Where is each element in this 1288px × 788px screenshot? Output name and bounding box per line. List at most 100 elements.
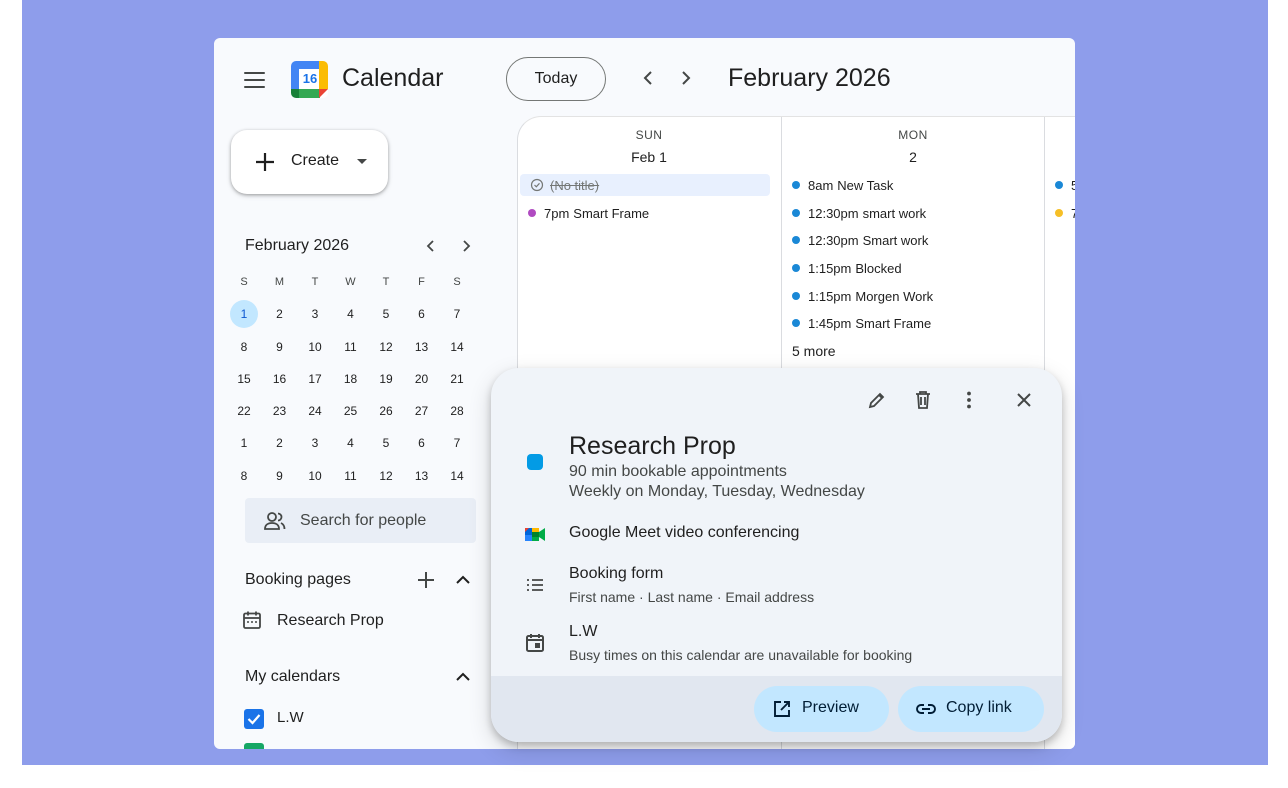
mini-day[interactable]: 2 [266,429,294,457]
calendar-label: L.W [277,709,304,726]
mini-day[interactable]: 9 [266,462,294,490]
mini-day[interactable]: 6 [408,300,436,328]
booking-page-label: Research Prop [277,612,384,629]
logo-day-number: 16 [302,71,318,86]
event-chip[interactable]: 12:30pm smart work [792,202,926,224]
mini-next-month-icon[interactable] [458,238,474,254]
current-month-title: February 2026 [728,64,891,92]
previous-period-icon[interactable] [638,68,658,88]
create-button[interactable]: Create [231,130,388,194]
edit-icon[interactable] [866,389,888,411]
mini-prev-month-icon[interactable] [423,238,439,254]
calendar-availability-note: Busy times on this calendar are unavaila… [569,647,913,663]
more-events-link[interactable]: 5 more [792,343,836,359]
add-booking-page-icon[interactable] [415,569,437,591]
today-button[interactable]: Today [506,57,606,101]
event-chip[interactable]: 7pm Smart Frame [528,202,649,224]
event-chip[interactable]: 5 [1055,174,1075,196]
mini-day[interactable]: 6 [408,429,436,457]
event-chip[interactable]: 12:30pm Smart work [792,229,928,251]
mini-day[interactable]: 4 [337,429,365,457]
mini-day[interactable]: 19 [372,365,400,393]
main-menu-icon[interactable] [244,72,265,88]
mini-day[interactable]: 16 [266,365,294,393]
mini-day[interactable]: 27 [408,397,436,425]
caret-down-icon[interactable] [357,159,367,164]
mini-day[interactable]: 11 [337,462,365,490]
collapse-booking-pages-icon[interactable] [452,569,474,591]
mini-day[interactable]: 25 [337,397,365,425]
event-color-swatch [527,454,543,470]
mini-day[interactable]: 11 [337,333,365,361]
event-chip[interactable]: 1:45pm Smart Frame [792,312,931,334]
mini-day[interactable]: 1 [230,429,258,457]
mini-day[interactable]: 9 [266,333,294,361]
search-people-placeholder: Search for people [300,512,427,529]
conferencing-label: Google Meet video conferencing [569,524,800,541]
mini-day[interactable]: 23 [266,397,294,425]
event-title: Blocked [855,260,902,276]
event-time: 12:30pm [808,232,859,248]
mini-day[interactable]: 28 [443,397,471,425]
mini-calendar-grid: S M T W T F S 1 2 3 4 5 6 7 8 9 10 11 12 13 14 15 16 17 18 19 20 21… [230,268,482,494]
mini-day[interactable]: 7 [443,300,471,328]
event-color-dot [1055,209,1063,217]
mini-day-selected[interactable]: 1 [230,300,258,329]
copy-link-button[interactable]: Copy link [898,686,1044,732]
mini-day[interactable]: 5 [372,300,400,328]
event-chip[interactable]: 7 [1055,202,1075,224]
preview-button[interactable]: Preview [754,686,889,732]
search-people-input[interactable]: Search for people [245,498,476,543]
event-time: 12:30pm [808,205,859,221]
mini-day[interactable]: 22 [230,397,258,425]
more-options-icon[interactable] [958,389,980,411]
mini-day[interactable]: 12 [372,333,400,361]
event-color-dot [792,236,800,244]
mini-day[interactable]: 14 [443,462,471,490]
mini-day[interactable]: 8 [230,462,258,490]
event-color-dot [792,209,800,217]
event-chip[interactable]: 1:15pm Blocked [792,257,902,279]
mini-day[interactable]: 10 [301,333,329,361]
calendar-checkbox[interactable] [244,709,264,729]
mini-day[interactable]: 18 [337,365,365,393]
mini-day[interactable]: 21 [443,365,471,393]
mini-day[interactable]: 7 [443,429,471,457]
popup-duration: 90 min bookable appointments [569,463,787,480]
mini-day[interactable]: 3 [301,300,329,328]
mini-day[interactable]: 24 [301,397,329,425]
calendar-checkbox-partial[interactable] [244,743,264,749]
mini-day[interactable]: 20 [408,365,436,393]
booking-form-fields: First name · Last name · Email address [569,589,815,605]
event-chip[interactable]: 8am New Task [792,174,893,196]
mini-day[interactable]: 8 [230,333,258,361]
day-date[interactable]: 2 [782,149,1044,165]
mini-day[interactable]: 26 [372,397,400,425]
collapse-my-calendars-icon[interactable] [452,666,474,688]
mini-day[interactable]: 2 [266,300,294,328]
booking-page-item-research-prop[interactable]: Research Prop [242,608,472,636]
booking-page-popup: Research Prop 90 min bookable appointmen… [491,368,1062,742]
next-period-icon[interactable] [676,68,696,88]
event-chip[interactable]: 1:15pm Morgen Work [792,285,933,307]
create-label: Create [291,152,340,169]
close-icon[interactable] [1013,389,1035,411]
mini-day[interactable]: 3 [301,429,329,457]
event-color-dot [528,209,536,217]
mini-day[interactable]: 12 [372,462,400,490]
my-calendars-title: My calendars [245,668,341,685]
completed-task[interactable]: (No title) [520,174,770,196]
mini-day[interactable]: 13 [408,462,436,490]
preview-label: Preview [802,699,859,716]
mini-day[interactable]: 4 [337,300,365,328]
mini-day[interactable]: 15 [230,365,258,393]
day-date[interactable]: Feb 1 [518,149,780,165]
delete-icon[interactable] [912,389,934,411]
app-title: Calendar [342,64,444,92]
mini-day[interactable]: 10 [301,462,329,490]
mini-day[interactable]: 13 [408,333,436,361]
mini-day[interactable]: 17 [301,365,329,393]
event-time: 5 [1071,177,1075,193]
mini-day[interactable]: 14 [443,333,471,361]
mini-day[interactable]: 5 [372,429,400,457]
